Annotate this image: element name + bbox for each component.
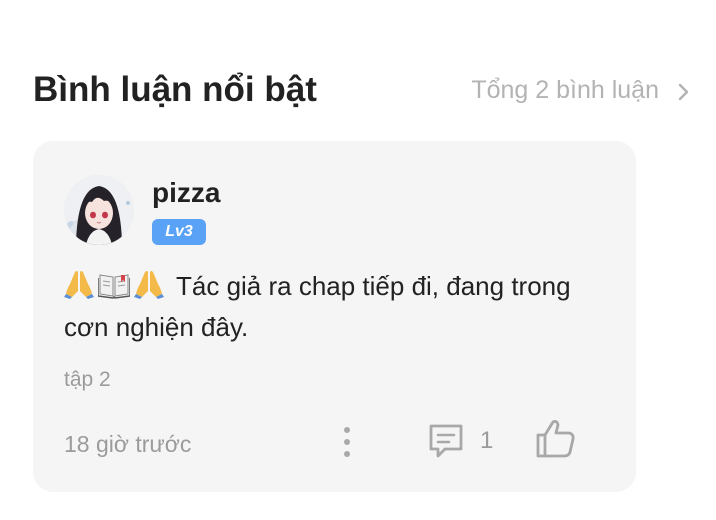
pray-emoji: [134, 271, 164, 299]
comment-icon: [429, 424, 463, 458]
total-comments-link[interactable]: Tổng 2 bình luận: [471, 68, 693, 112]
episode-label[interactable]: tập 2: [64, 366, 111, 394]
comment-time: 18 giờ trước: [64, 431, 192, 457]
section-title: Bình luận nổi bật: [33, 70, 317, 109]
username[interactable]: pizza: [152, 175, 220, 211]
comments-page: Bình luận nổi bật Tổng 2 bình luận pizza…: [0, 0, 716, 520]
like-button[interactable]: [535, 418, 577, 460]
total-comments-label: Tổng 2 bình luận: [471, 75, 659, 104]
emoji-group: [64, 269, 168, 299]
reply-count: 1: [480, 427, 494, 454]
comments-header: Bình luận nổi bật Tổng 2 bình luận: [33, 68, 693, 112]
avatar[interactable]: [64, 175, 134, 245]
pray-emoji: [64, 271, 94, 299]
more-vertical-icon: [344, 427, 350, 457]
chevron-right-icon: [673, 80, 693, 101]
level-badge: Lv3: [152, 219, 206, 245]
comment-body: Tác giả ra chap tiếp đi, đang trong cơn …: [64, 266, 609, 348]
thumbs-up-icon: [536, 420, 575, 458]
reply-button[interactable]: 1: [427, 421, 493, 461]
more-options-button[interactable]: [335, 424, 359, 460]
open-book-emoji: [98, 274, 130, 299]
comment-card: pizza Lv3 Tác giả ra chap tiếp đi, đang …: [33, 141, 636, 492]
